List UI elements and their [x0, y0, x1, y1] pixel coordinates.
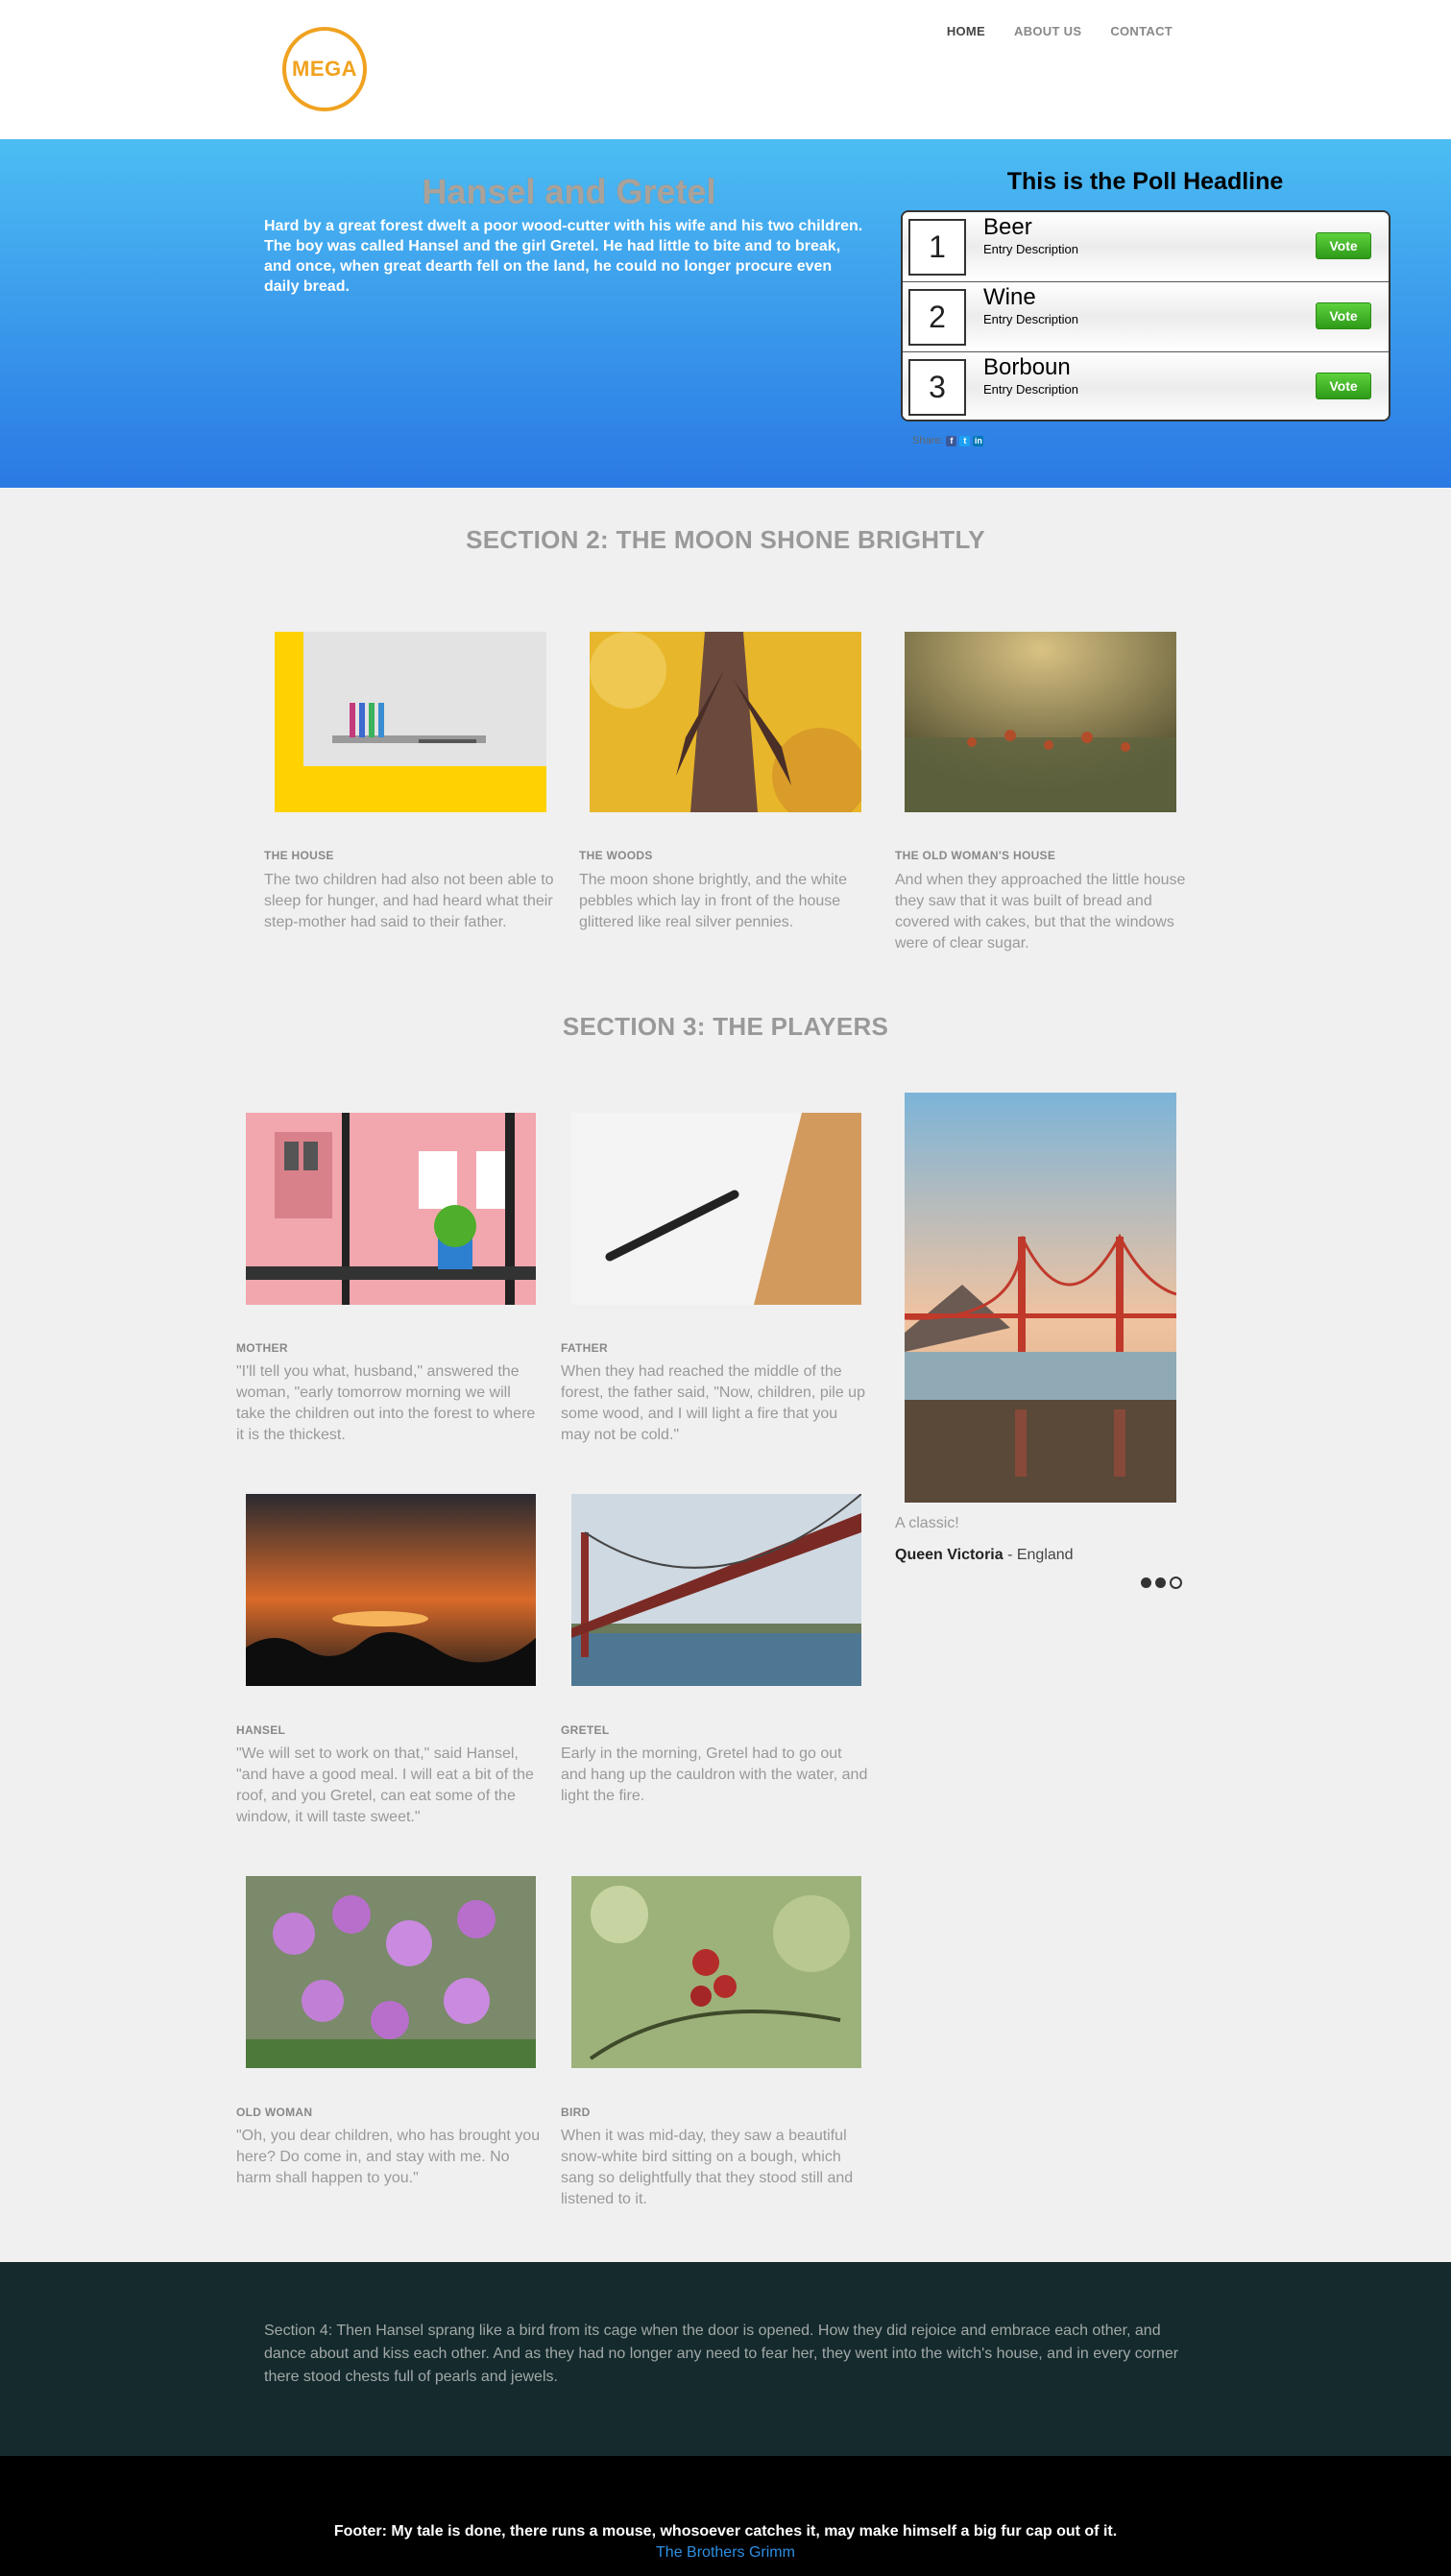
card-text: And when they approached the little hous… [895, 872, 1186, 951]
share-label: Share: [912, 435, 944, 446]
poll-item-name: Wine [983, 284, 1036, 310]
testimonial-author-name: Queen Victoria [895, 1547, 1004, 1563]
poll-headline: This is the Poll Headline [1006, 168, 1284, 195]
poll-item: 3 Borboun Entry Description Vote [903, 352, 1389, 420]
footer-link[interactable]: The Brothers Grimm [0, 2544, 1451, 2562]
hero-text: Hard by a great forest dwelt a poor wood… [264, 218, 863, 295]
nav-contact[interactable]: CONTACT [1110, 24, 1173, 38]
twitter-icon[interactable]: t [959, 435, 971, 446]
poll-item-name: Beer [983, 214, 1032, 240]
card-label: THE HOUSE [264, 849, 334, 862]
poll-item-name: Borboun [983, 354, 1071, 380]
player-text: "We will set to work on that," said Hans… [236, 1745, 534, 1825]
testimonial-quote: A classic! [895, 1515, 959, 1531]
player-label: OLD WOMAN [236, 2106, 313, 2119]
card-label: THE WOODS [579, 849, 653, 862]
section3-title: SECTION 3: THE PLAYERS [562, 1012, 889, 1041]
mother-image [246, 1113, 536, 1305]
main-nav: HOME ABOUT US CONTACT [947, 24, 1173, 38]
card-text: The two children had also not been able … [264, 872, 554, 930]
card-label: THE OLD WOMAN'S HOUSE [895, 849, 1056, 862]
logo[interactable]: MEGA [282, 27, 367, 111]
section4-text: Section 4: Then Hansel sprang like a bir… [264, 2323, 1179, 2385]
poll-item: 2 Wine Entry Description Vote [903, 282, 1389, 352]
player-label: GRETEL [561, 1723, 610, 1737]
player-text: When they had reached the middle of the … [561, 1363, 865, 1443]
facebook-icon[interactable]: f [946, 435, 957, 446]
woods-image [590, 632, 861, 812]
old-woman-image [246, 1876, 536, 2068]
carousel-dot[interactable] [1141, 1577, 1151, 1588]
father-image [571, 1113, 861, 1305]
gretel-image [571, 1494, 861, 1686]
section4: Section 4: Then Hansel sprang like a bir… [0, 2262, 1451, 2456]
card-text: The moon shone brightly, and the white p… [579, 872, 847, 930]
player-text: Early in the morning, Gretel had to go o… [561, 1745, 868, 1804]
hero-title: Hansel and Gretel [422, 172, 716, 211]
player-text: When it was mid-day, they saw a beautifu… [561, 2128, 854, 2207]
poll-item-number: 2 [908, 289, 966, 346]
player-label: MOTHER [236, 1341, 288, 1355]
nav-about-us[interactable]: ABOUT US [1014, 24, 1081, 38]
bird-image [571, 1876, 861, 2068]
testimonial-author-location: - England [1003, 1547, 1074, 1563]
vote-button[interactable]: Vote [1316, 373, 1371, 399]
hero-banner: Hansel and Gretel Hard by a great forest… [0, 139, 1451, 488]
section2-title: SECTION 2: THE MOON SHONE BRIGHTLY [466, 525, 985, 554]
player-label: FATHER [561, 1341, 608, 1355]
player-text: "Oh, you dear children, who has brought … [236, 2128, 541, 2186]
footer-text: Footer: My tale is done, there runs a mo… [333, 2523, 1118, 2540]
carousel-dot-active[interactable] [1170, 1577, 1182, 1589]
nav-home[interactable]: HOME [947, 24, 985, 38]
poll-item-description: Entry Description [983, 382, 1078, 397]
player-label: BIRD [561, 2106, 591, 2119]
testimonial-author: Queen Victoria - England [895, 1547, 1074, 1564]
site-header: MEGA HOME ABOUT US CONTACT [0, 0, 1451, 139]
poll-list: 1 Beer Entry Description Vote 2 Wine Ent… [901, 210, 1391, 421]
player-label: HANSEL [236, 1723, 286, 1737]
hansel-image [246, 1494, 536, 1686]
poll-item-number: 1 [908, 219, 966, 276]
footer: Footer: My tale is done, there runs a mo… [0, 2456, 1451, 2576]
player-text: "I'll tell you what, husband," answered … [236, 1363, 536, 1443]
linkedin-icon[interactable]: in [973, 435, 984, 446]
poll-item: 1 Beer Entry Description Vote [903, 212, 1389, 282]
poll-item-description: Entry Description [983, 312, 1078, 326]
poll-item-number: 3 [908, 359, 966, 416]
vote-button[interactable]: Vote [1316, 232, 1371, 259]
share-bar: Share: f t in [912, 435, 984, 446]
poll-item-description: Entry Description [983, 242, 1078, 256]
vote-button[interactable]: Vote [1316, 302, 1371, 329]
golden-gate-image [905, 1093, 1176, 1503]
poll-widget: 1 Beer Entry Description Vote 2 Wine Ent… [901, 210, 1391, 562]
house-image [275, 632, 546, 812]
carousel-dots [1141, 1577, 1182, 1589]
carousel-dot[interactable] [1155, 1577, 1166, 1588]
old-womans-house-image [905, 632, 1176, 812]
